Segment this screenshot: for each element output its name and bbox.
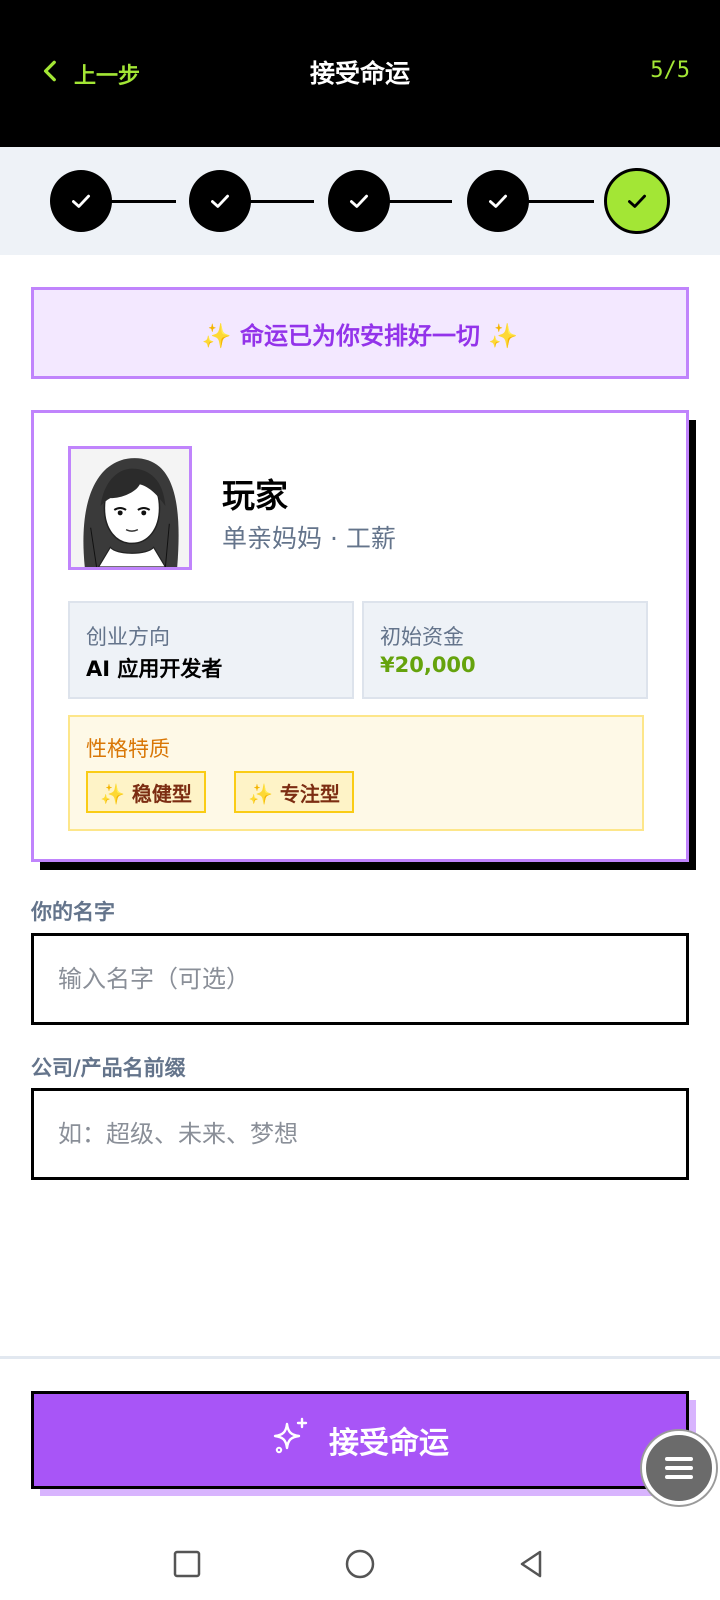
back-triangle-icon[interactable]: [512, 1544, 552, 1584]
home-circle-icon[interactable]: [340, 1544, 380, 1584]
avatar: [68, 446, 192, 570]
step-3-complete: [328, 170, 390, 232]
sparkles-icon: [271, 1416, 311, 1464]
check-icon: [489, 194, 507, 208]
step-2-complete: [189, 170, 251, 232]
trait-chip: ✨ 稳健型: [86, 771, 206, 813]
step-connector: [108, 200, 176, 203]
profile-card: 玩家 单亲妈妈 · 工薪 创业方向 AI 应用开发者 初始资金 ¥20,000 …: [31, 410, 689, 862]
step-5-current: [604, 168, 670, 234]
step-connector: [246, 200, 314, 203]
direction-box: 创业方向 AI 应用开发者: [68, 601, 354, 699]
accept-fate-label: 接受命运: [329, 1426, 449, 1461]
step-4-complete: [467, 170, 529, 232]
footer-divider: [0, 1356, 720, 1359]
system-nav-bar: [0, 1528, 720, 1600]
traits-box: 性格特质 ✨ 稳健型 ✨ 专注型: [68, 715, 644, 831]
step-indicator: 5/5: [650, 58, 690, 83]
check-icon: [211, 194, 229, 208]
direction-value: AI 应用开发者: [86, 657, 223, 681]
fate-banner: ✨ 命运已为你安排好一切 ✨: [31, 287, 689, 379]
funds-box: 初始资金 ¥20,000: [362, 601, 648, 699]
direction-label: 创业方向: [86, 625, 170, 649]
name-field-label: 你的名字: [31, 900, 115, 924]
hamburger-icon: [665, 1457, 693, 1479]
check-icon: [350, 194, 368, 208]
name-input[interactable]: [31, 933, 689, 1025]
check-icon: [72, 194, 90, 208]
prefix-input[interactable]: [31, 1088, 689, 1180]
check-icon: [628, 194, 646, 208]
top-app-bar: 上一步 接受命运 5/5: [0, 0, 720, 147]
step-1-complete: [50, 170, 112, 232]
page-title: 接受命运: [309, 59, 410, 88]
step-connector: [522, 200, 594, 203]
player-role: 单亲妈妈 · 工薪: [222, 524, 396, 553]
player-name: 玩家: [222, 476, 288, 515]
trait-chip: ✨ 专注型: [234, 771, 354, 813]
funds-value: ¥20,000: [380, 653, 476, 677]
accept-fate-button[interactable]: 接受命运: [31, 1391, 689, 1489]
floating-menu-button[interactable]: [642, 1431, 716, 1505]
traits-label: 性格特质: [86, 737, 170, 761]
anime-girl-portrait-icon: [71, 449, 189, 567]
progress-stepper: [0, 147, 720, 255]
step-connector: [384, 200, 452, 203]
funds-label: 初始资金: [380, 625, 464, 649]
recents-square-icon[interactable]: [167, 1544, 207, 1584]
prefix-field-label: 公司/产品名前缀: [31, 1056, 186, 1080]
